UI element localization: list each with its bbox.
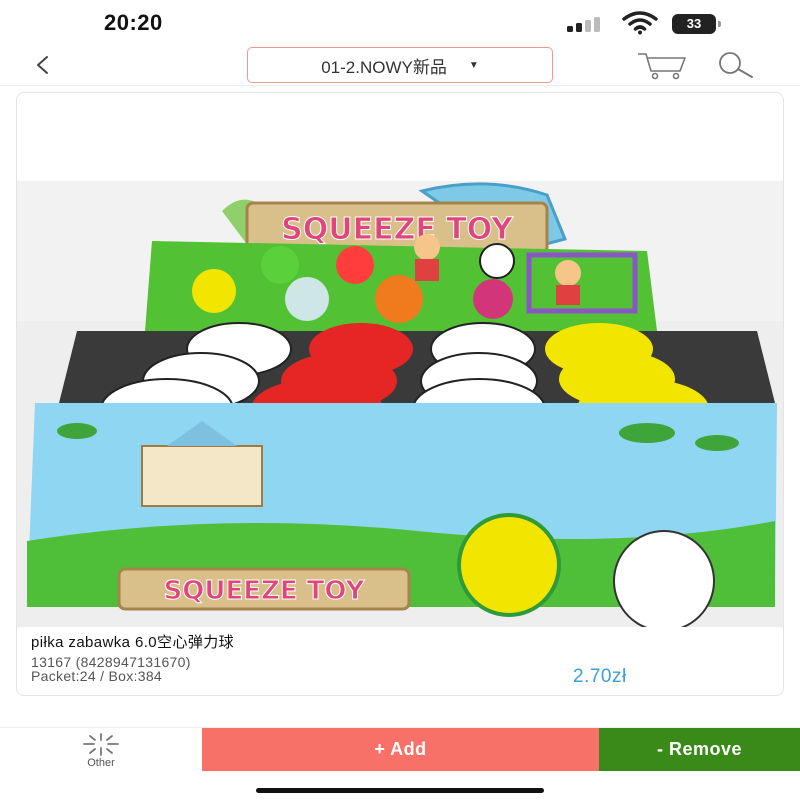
other-button[interactable]: Other <box>0 728 202 771</box>
product-price: 2.70zł <box>573 666 627 687</box>
product-card[interactable]: SQUEEZE TOY SQUEEZE TOY piłka zabawka 6.… <box>16 92 784 696</box>
status-bar: 20:20 33 <box>0 0 800 46</box>
cart-button[interactable] <box>636 49 688 81</box>
battery-level: 33 <box>672 14 716 34</box>
remove-button[interactable]: - Remove <box>599 728 800 771</box>
signal-icon <box>567 16 611 32</box>
status-time: 20:20 <box>104 10 163 35</box>
product-image[interactable]: SQUEEZE TOY SQUEEZE TOY <box>17 181 783 632</box>
product-name: piłka zabawka 6.0空心弹力球 <box>31 634 235 651</box>
chevron-left-icon <box>37 56 48 74</box>
action-bar: Other + Add - Remove <box>0 727 800 771</box>
category-label: 01-2.NOWY新品 <box>321 57 447 77</box>
category-dropdown[interactable]: 01-2.NOWY新品 ▼ <box>247 47 553 83</box>
cart-icon <box>638 53 686 80</box>
add-button[interactable]: + Add <box>202 728 599 771</box>
nav-bar: 01-2.NOWY新品 ▼ <box>0 46 800 86</box>
back-button[interactable] <box>28 50 58 80</box>
wifi-icon <box>621 11 659 35</box>
search-button[interactable] <box>710 49 756 81</box>
search-icon <box>719 52 753 78</box>
product-packaging: Packet:24 / Box:384 <box>31 668 163 684</box>
home-indicator[interactable] <box>256 788 544 793</box>
sparkle-icon <box>83 733 119 756</box>
front-sign-text: SQUEEZE TOY <box>164 576 366 606</box>
header-sign-text: SQUEEZE TOY <box>281 212 514 247</box>
other-label: Other <box>87 757 115 769</box>
battery-icon: 33 <box>672 14 722 34</box>
caret-down-icon: ▼ <box>468 59 479 71</box>
